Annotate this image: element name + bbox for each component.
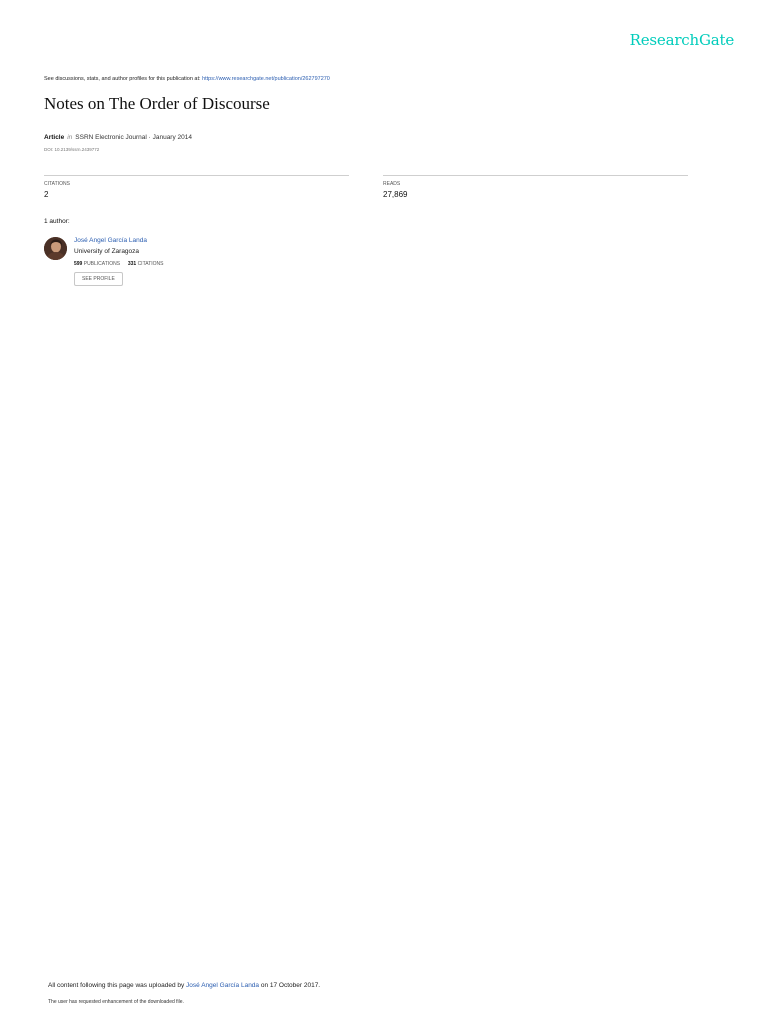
upload-line: All content following this page was uplo… bbox=[48, 982, 320, 989]
see-discussions-line: See discussions, stats, and author profi… bbox=[44, 76, 330, 82]
avatar-photo-icon bbox=[44, 237, 67, 260]
researchgate-logo[interactable]: ResearchGate bbox=[630, 31, 735, 49]
citations-stat: CITATIONS 2 bbox=[44, 175, 349, 199]
author-publications-count: 599 bbox=[74, 261, 83, 267]
publication-url-link[interactable]: https://www.researchgate.net/publication… bbox=[202, 76, 330, 82]
author-citations-label: CITATIONS bbox=[137, 261, 164, 267]
authors-heading: 1 author: bbox=[44, 218, 70, 225]
citations-value: 2 bbox=[44, 190, 49, 199]
author-name-link[interactable]: José Angel García Landa bbox=[74, 237, 164, 244]
see-profile-button[interactable]: SEE PROFILE bbox=[74, 272, 123, 286]
publication-meta: Article in SSRN Electronic Journal · Janua… bbox=[44, 134, 192, 141]
author-publications-label: PUBLICATIONS bbox=[83, 261, 121, 267]
author-affiliation: University of Zaragoza bbox=[74, 248, 140, 255]
uploader-link[interactable]: José Angel García Landa bbox=[186, 982, 259, 989]
citations-label: CITATIONS bbox=[44, 181, 70, 187]
publication-title: Notes on The Order of Discourse bbox=[44, 94, 270, 113]
author-stats: 599 PUBLICATIONS 331 CITATIONS bbox=[74, 261, 164, 267]
reads-stat: READS 27,869 bbox=[383, 175, 688, 199]
enhancement-note: The user has requested enhancement of th… bbox=[48, 999, 184, 1005]
reads-value: 27,869 bbox=[383, 190, 408, 199]
author-citations-count: 331 bbox=[127, 261, 137, 267]
upload-suffix: on 17 October 2017. bbox=[259, 982, 321, 989]
see-discussions-text: See discussions, stats, and author profi… bbox=[44, 76, 203, 82]
publication-type: Article bbox=[44, 134, 65, 141]
publication-in-word: in bbox=[67, 134, 73, 141]
reads-label: READS bbox=[383, 181, 401, 187]
publication-doi: DOI: 10.2139/ssrn.2439772 bbox=[44, 147, 100, 152]
author-avatar[interactable] bbox=[44, 237, 67, 260]
author-card: José Angel García Landa University of Za… bbox=[74, 237, 164, 286]
publication-venue-date: SSRN Electronic Journal · January 2014 bbox=[75, 134, 192, 141]
upload-prefix: All content following this page was uplo… bbox=[48, 982, 187, 989]
